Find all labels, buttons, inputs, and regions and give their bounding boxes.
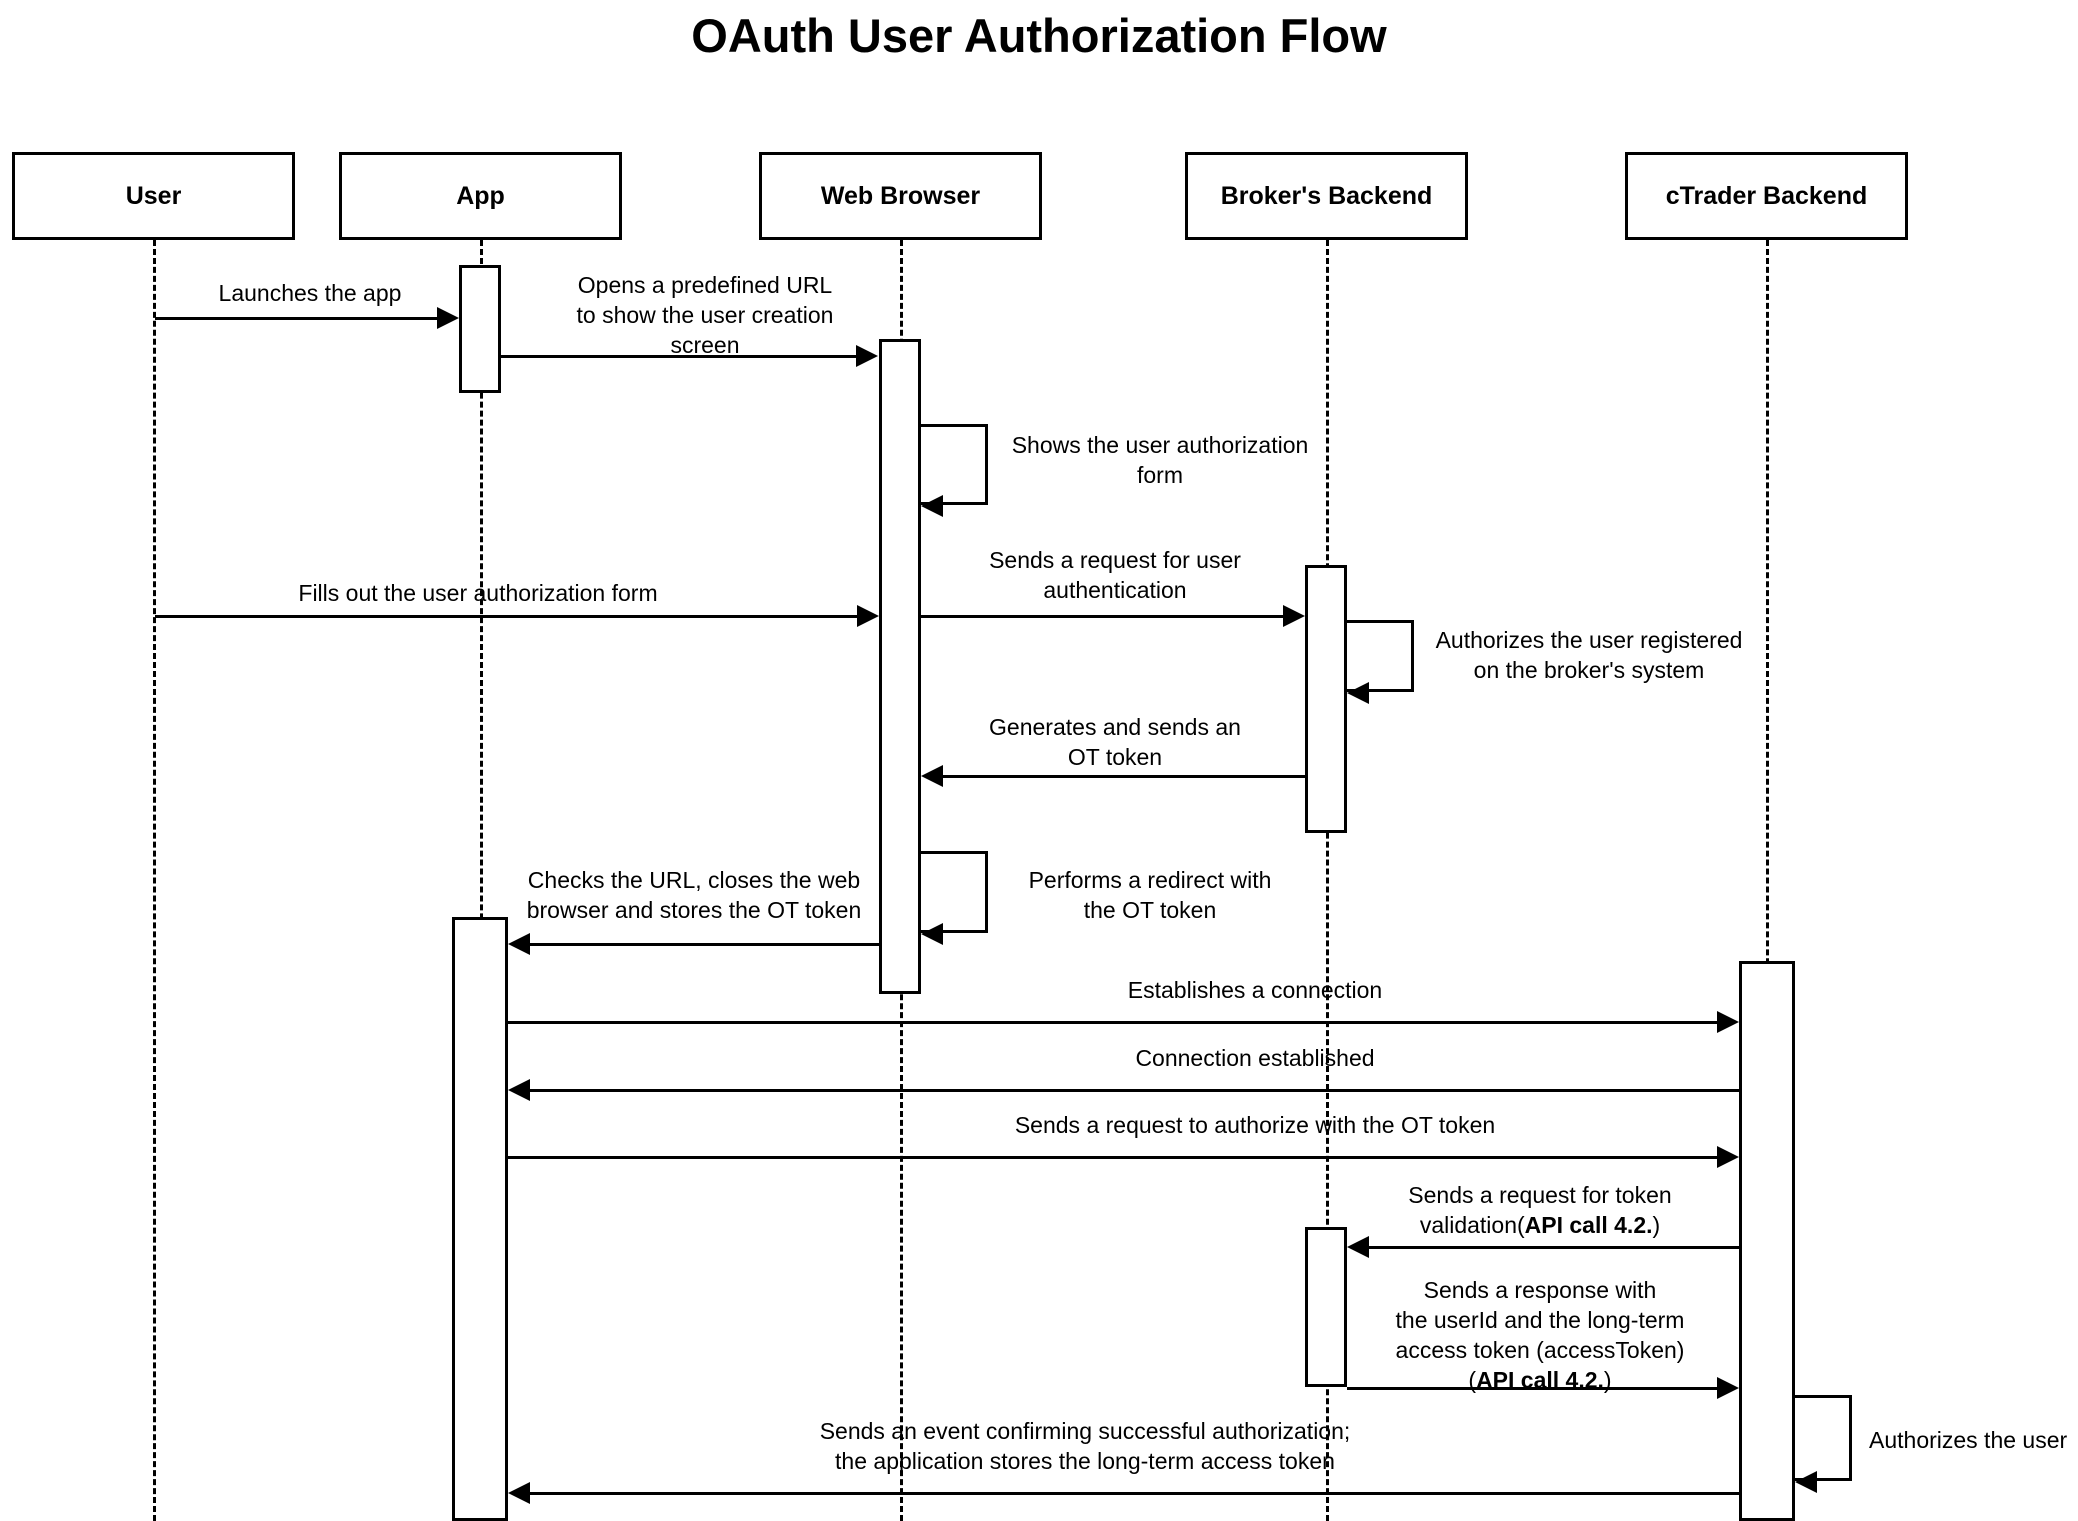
message-line-request-user-auth (921, 615, 1283, 618)
activation-web-browser-1 (879, 339, 921, 994)
message-label-launches-app: Launches the app (218, 280, 402, 306)
message-line-fills-out-form (155, 615, 857, 618)
arrow-head-opens-url (856, 345, 878, 367)
arrow-head-token-validation-request (1347, 1236, 1369, 1258)
message-line-checks-url (530, 943, 881, 946)
participant-label-app: App (456, 181, 505, 210)
participant-label-ctrader-backend: cTrader Backend (1665, 181, 1868, 210)
message-label-token-validation-request-tail: ) (1652, 1212, 1661, 1238)
message-label-token-validation-request: Sends a request for token validation(API… (1370, 1180, 1710, 1240)
arrow-head-request-user-auth (1283, 605, 1305, 627)
activation-brokers-backend-1 (1305, 565, 1347, 833)
arrow-head-authorize-with-ot-token (1717, 1146, 1739, 1168)
message-label-generates-ot-token: Generates and sends an OT token (989, 714, 1241, 770)
participant-label-user: User (125, 181, 182, 210)
participant-box-app: App (339, 152, 622, 240)
message-label-opens-url: Opens a predefined URL to show the user … (576, 272, 834, 358)
arrow-head-launches-app (437, 307, 459, 329)
message-line-token-validation-response (1347, 1387, 1717, 1390)
self-loop-authorizes-the-user (1795, 1395, 1852, 1481)
message-line-token-validation-request (1369, 1246, 1739, 1249)
activation-app-1 (459, 265, 501, 393)
arrow-head-authorizes-registered-user (1347, 682, 1369, 704)
message-label-authorize-with-ot-token: Sends a request to authorize with the OT… (1014, 1112, 1496, 1138)
activation-brokers-backend-2 (1305, 1227, 1347, 1387)
arrow-head-fills-out-form (857, 605, 879, 627)
message-label-performs-redirect: Performs a redirect with the OT token (1028, 867, 1272, 923)
participant-box-web-browser: Web Browser (759, 152, 1042, 240)
arrow-head-token-validation-response (1717, 1377, 1739, 1399)
arrow-head-checks-url (508, 933, 530, 955)
message-line-opens-url (501, 355, 856, 358)
message-label-authorizes-registered-user: Authorizes the user registered on the br… (1435, 627, 1743, 683)
message-label-auth-success-event: Sends an event confirming successful aut… (819, 1418, 1351, 1474)
message-label-request-user-auth: Sends a request for user authentication (989, 547, 1241, 603)
activation-app-2 (452, 917, 508, 1521)
arrow-head-auth-success-event (508, 1482, 530, 1504)
message-label-establishes-connection: Establishes a connection (1127, 977, 1383, 1003)
self-loop-performs-redirect (921, 851, 988, 933)
participant-label-brokers-backend: Broker's Backend (1220, 181, 1433, 210)
participant-box-user: User (12, 152, 295, 240)
participant-box-brokers-backend: Broker's Backend (1185, 152, 1468, 240)
message-line-authorize-with-ot-token (508, 1156, 1717, 1159)
message-label-token-validation-request-bold: API call 4.2. (1524, 1212, 1653, 1238)
activation-ctrader-backend-1 (1739, 961, 1795, 1521)
message-line-generates-ot-token (943, 775, 1305, 778)
self-loop-shows-auth-form (921, 424, 988, 505)
message-line-launches-app (155, 317, 437, 320)
message-line-establishes-connection (508, 1021, 1717, 1024)
message-line-auth-success-event (530, 1492, 1739, 1495)
sequence-diagram-canvas: OAuth User Authorization Flow User App W… (0, 0, 2078, 1521)
participant-box-ctrader-backend: cTrader Backend (1625, 152, 1908, 240)
message-label-checks-url: Checks the URL, closes the web browser a… (526, 867, 862, 923)
page-title: OAuth User Authorization Flow (691, 9, 1387, 62)
arrow-head-generates-ot-token (921, 765, 943, 787)
lifeline-user (153, 240, 156, 1521)
message-line-connection-established (530, 1089, 1739, 1092)
arrow-head-shows-auth-form (921, 495, 943, 517)
message-label-shows-auth-form: Shows the user authorization form (1011, 432, 1309, 488)
arrow-head-performs-redirect (921, 923, 943, 945)
arrow-head-connection-established (508, 1079, 530, 1101)
message-label-connection-established: Connection established (1135, 1045, 1375, 1071)
arrow-head-establishes-connection (1717, 1011, 1739, 1033)
message-label-authorizes-the-user: Authorizes the user (1869, 1427, 2068, 1453)
participant-label-web-browser: Web Browser (820, 181, 981, 210)
message-label-fills-out-form: Fills out the user authorization form (298, 580, 658, 606)
message-label-token-validation-response: Sends a response with the userId and the… (1370, 1275, 1710, 1395)
arrow-head-authorizes-the-user (1795, 1471, 1817, 1493)
